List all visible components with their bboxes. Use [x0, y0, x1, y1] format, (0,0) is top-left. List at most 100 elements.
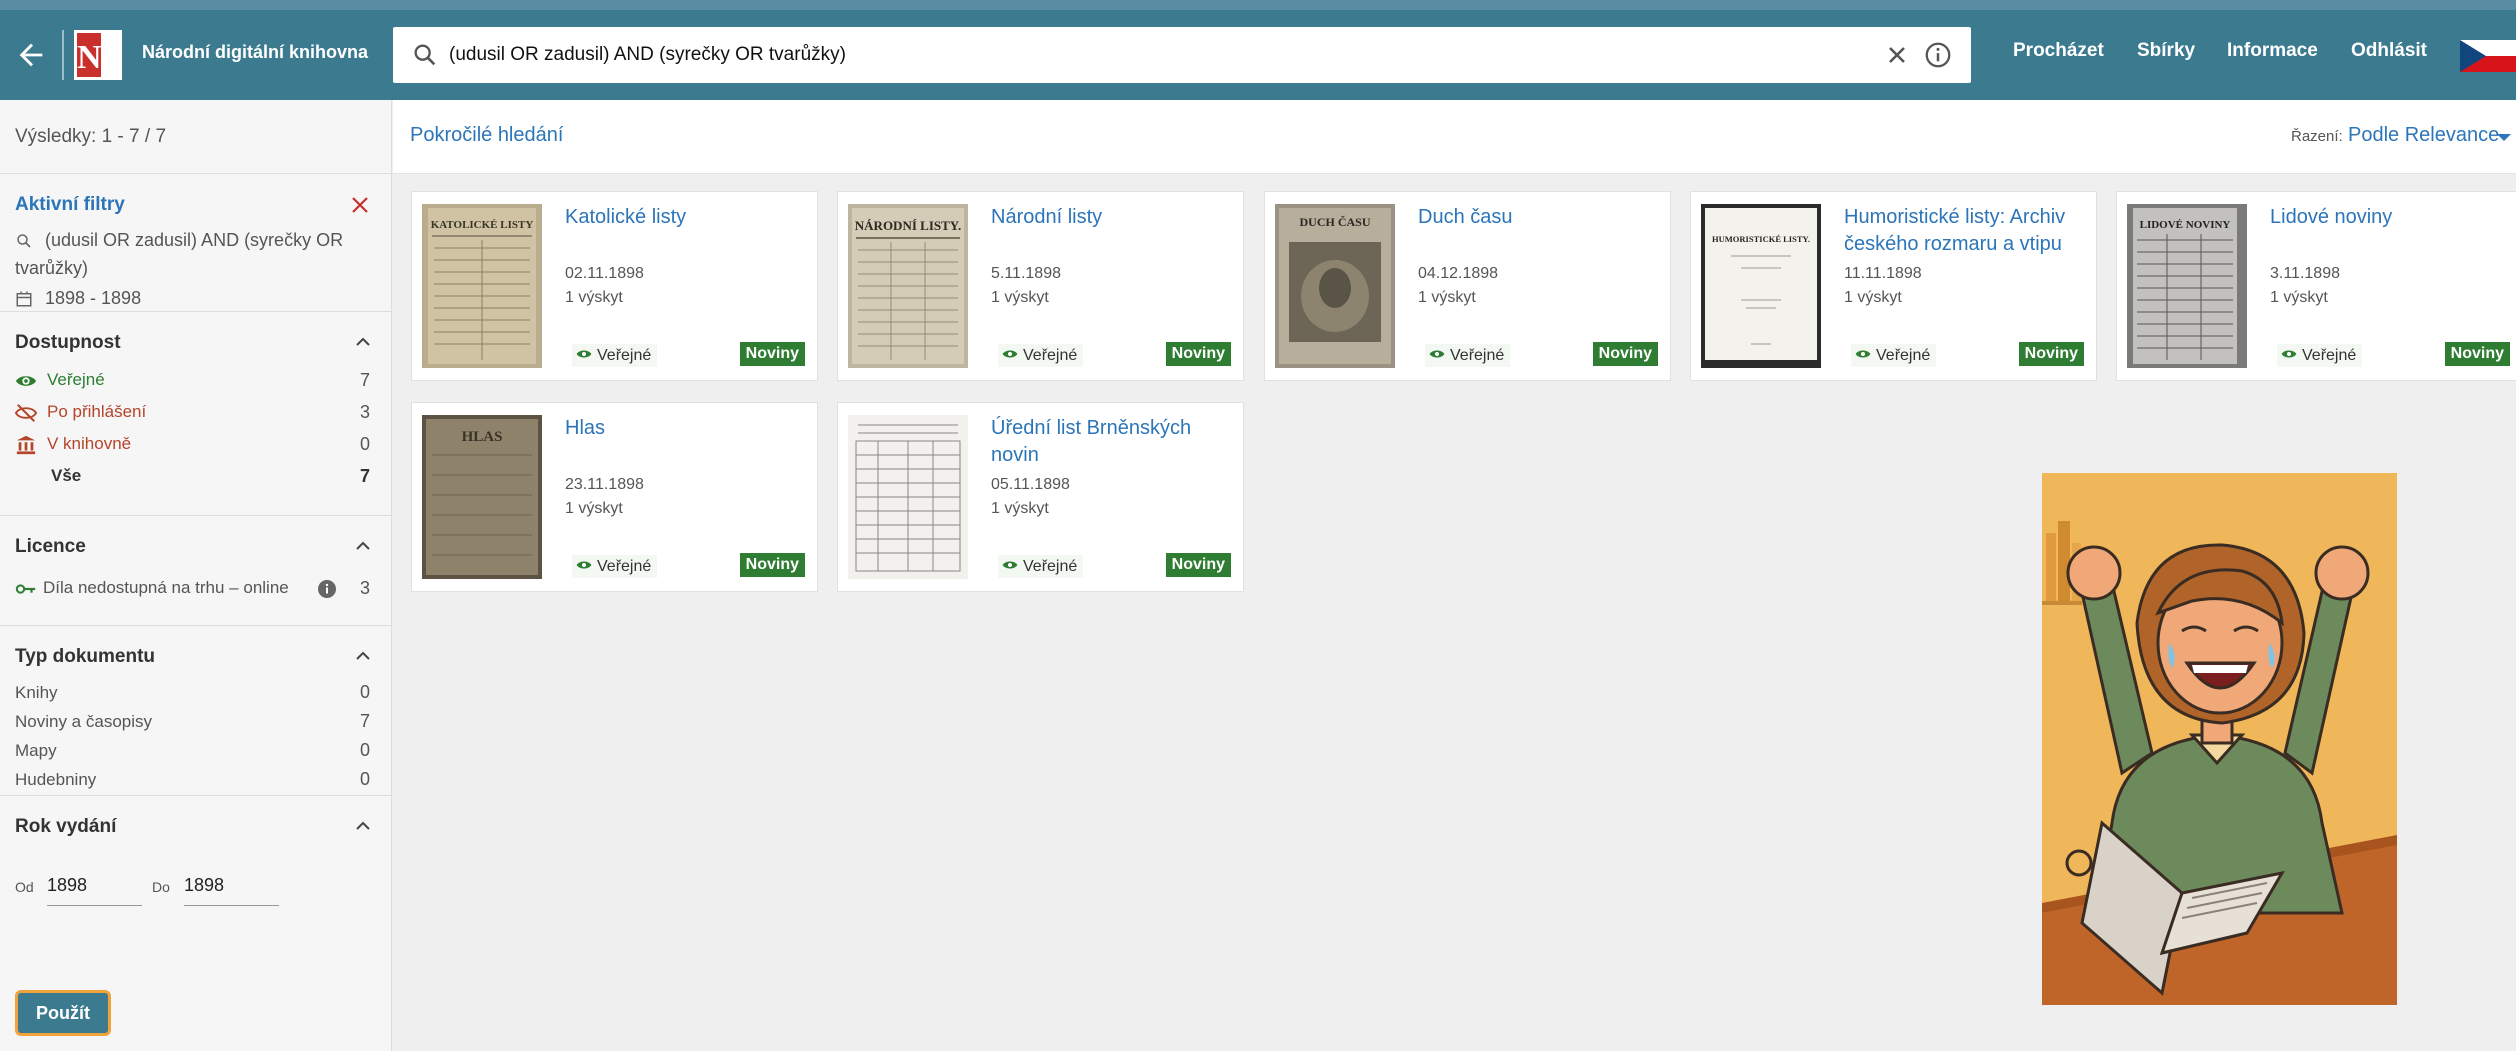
card-title[interactable]: Úřední list Brněnských novin [991, 415, 1236, 469]
key-icon [15, 583, 36, 594]
type-badge: Noviny [1165, 553, 1231, 577]
sort-dropdown[interactable]: Podle Relevance [2348, 124, 2499, 147]
type-badge: Noviny [2444, 342, 2510, 366]
eye-icon [576, 350, 592, 358]
info-icon[interactable] [317, 579, 337, 599]
card-hits: 1 výskyt [1844, 289, 1902, 306]
result-card[interactable]: HUMORISTICKÉ LISTY. Humoristické listy: … [1690, 191, 2097, 381]
nav-collections[interactable]: Sbírky [2137, 40, 2195, 62]
doc-type-section: Typ dokumentu Knihy 0 Noviny a časopisy 7 … [0, 626, 391, 796]
availability-login[interactable]: Po přihlášení 3 [15, 396, 376, 428]
card-hits: 1 výskyt [991, 500, 1049, 517]
chevron-up-icon[interactable] [353, 332, 373, 352]
svg-text:HUMORISTICKÉ LISTY.: HUMORISTICKÉ LISTY. [1712, 234, 1810, 244]
apply-year-button[interactable]: Použít [15, 990, 111, 1036]
public-badge: Veřejné [1425, 344, 1511, 367]
doc-type-title: Typ dokumentu [15, 646, 156, 667]
active-filter-years[interactable]: 1898 - 1898 [15, 284, 376, 312]
result-card[interactable]: LIDOVÉ NOVINY Lidové noviny 3.11.1898 1 … [2116, 191, 2516, 381]
license-section: Licence Díla nedostupná na trhu – online… [0, 516, 391, 626]
nav-logout[interactable]: Odhlásit [2351, 40, 2427, 62]
document-thumbnail [848, 415, 968, 579]
card-hits: 1 výskyt [991, 289, 1049, 306]
calendar-icon [16, 291, 32, 307]
czech-flag-icon[interactable] [2460, 40, 2516, 72]
eye-icon [1002, 561, 1018, 569]
ndk-logo[interactable]: NK [74, 30, 122, 80]
card-title[interactable]: Duch času [1418, 204, 1663, 231]
results-count: Výsledky: 1 - 7 / 7 [0, 100, 391, 174]
svg-text:LIDOVÉ NOVINY: LIDOVÉ NOVINY [2140, 219, 2231, 231]
doc-type-periodicals[interactable]: Noviny a časopisy 7 [15, 707, 376, 736]
card-title[interactable]: Hlas [565, 415, 810, 442]
search-box[interactable] [393, 27, 1971, 83]
year-from-input[interactable] [47, 866, 142, 906]
license-title: Licence [15, 536, 86, 557]
chevron-up-icon[interactable] [353, 646, 373, 666]
top-strip [0, 0, 2516, 10]
public-badge: Veřejné [2277, 344, 2363, 367]
result-card[interactable]: HLAS Hlas 23.11.1898 1 výskyt Veřejné No… [411, 402, 818, 592]
card-hits: 1 výskyt [565, 289, 623, 306]
library-icon [16, 435, 36, 454]
svg-text:DUCH ČASU: DUCH ČASU [1299, 215, 1370, 229]
eye-off-icon [15, 403, 37, 422]
active-filters: Aktivní filtry (udusil OR zadusil) AND (… [0, 174, 391, 312]
availability-section: Dostupnost Veřejné 7 Po přihlášení 3 V k… [0, 312, 391, 516]
result-card[interactable]: KATOLICKÉ LISTY Katolické listy 02.11.18… [411, 191, 818, 381]
card-title[interactable]: Katolické listy [565, 204, 810, 231]
type-badge: Noviny [1592, 342, 1658, 366]
newspaper-thumbnail: NÁRODNÍ LISTY. [848, 204, 968, 368]
availability-library[interactable]: V knihovně 0 [15, 428, 376, 460]
year-to-input[interactable] [184, 866, 279, 906]
info-icon[interactable] [1923, 40, 1953, 70]
eye-icon [1429, 350, 1445, 358]
card-date: 04.12.1898 [1418, 265, 1499, 282]
svg-text:HLAS: HLAS [462, 429, 503, 445]
card-date: 3.11.1898 [2270, 265, 2340, 282]
year-to-label: Do [152, 879, 170, 895]
result-card[interactable]: Úřední list Brněnských novin 05.11.1898 … [837, 402, 1244, 592]
active-filters-title: Aktivní filtry [15, 194, 125, 215]
card-title[interactable]: Humoristické listy: Archiv českého rozma… [1844, 204, 2089, 258]
eye-icon [576, 561, 592, 569]
result-card[interactable]: DUCH ČASU Duch času 04.12.1898 1 výskyt … [1264, 191, 1671, 381]
logo-text: NK [77, 39, 122, 76]
logo-divider [62, 30, 64, 80]
close-icon[interactable] [1883, 41, 1911, 69]
license-online[interactable]: Díla nedostupná na trhu – online 3 [15, 572, 376, 604]
active-filter-years-text: 1898 - 1898 [45, 288, 142, 308]
svg-text:KATOLICKÉ LISTY: KATOLICKÉ LISTY [431, 219, 534, 231]
doc-type-books[interactable]: Knihy 0 [15, 678, 376, 707]
card-title[interactable]: Lidové noviny [2270, 204, 2515, 231]
newspaper-thumbnail: HUMORISTICKÉ LISTY. [1701, 204, 1821, 368]
availability-all[interactable]: Vše 7 [15, 460, 376, 492]
results-toolbar: Pokročilé hledání Řazení: Podle Relevanc… [393, 100, 2516, 174]
public-badge: Veřejné [998, 555, 1084, 578]
clear-filters-icon[interactable] [351, 196, 369, 214]
doc-type-maps[interactable]: Mapy 0 [15, 736, 376, 765]
card-title[interactable]: Národní listy [991, 204, 1236, 231]
eye-icon [1002, 350, 1018, 358]
card-date: 05.11.1898 [991, 476, 1070, 493]
type-badge: Noviny [739, 342, 805, 366]
chevron-up-icon[interactable] [353, 816, 373, 836]
public-badge: Veřejné [572, 555, 658, 578]
result-card[interactable]: NÁRODNÍ LISTY. Národní listy 5.11.1898 1… [837, 191, 1244, 381]
availability-public[interactable]: Veřejné 7 [15, 364, 376, 396]
advanced-search-link[interactable]: Pokročilé hledání [410, 124, 563, 147]
active-filter-query-text: (udusil OR zadusil) AND (syrečky OR tvar… [15, 230, 344, 278]
doc-type-music[interactable]: Hudebniny 0 [15, 765, 376, 794]
type-badge: Noviny [2018, 342, 2084, 366]
back-arrow-icon[interactable] [14, 38, 48, 72]
active-filter-query[interactable]: (udusil OR zadusil) AND (syrečky OR tvar… [15, 226, 376, 282]
app-header: NK Národní digitální knihovna Procházet … [0, 10, 2516, 100]
brand-name[interactable]: Národní digitální knihovna [142, 42, 368, 63]
filter-sidebar: Výsledky: 1 - 7 / 7 Aktivní filtry (udus… [0, 100, 392, 1051]
card-hits: 1 výskyt [1418, 289, 1476, 306]
nav-browse[interactable]: Procházet [2013, 40, 2104, 62]
nav-information[interactable]: Informace [2227, 40, 2318, 62]
chevron-up-icon[interactable] [353, 536, 373, 556]
search-input[interactable] [449, 27, 1849, 83]
caret-down-icon[interactable] [2497, 134, 2511, 141]
